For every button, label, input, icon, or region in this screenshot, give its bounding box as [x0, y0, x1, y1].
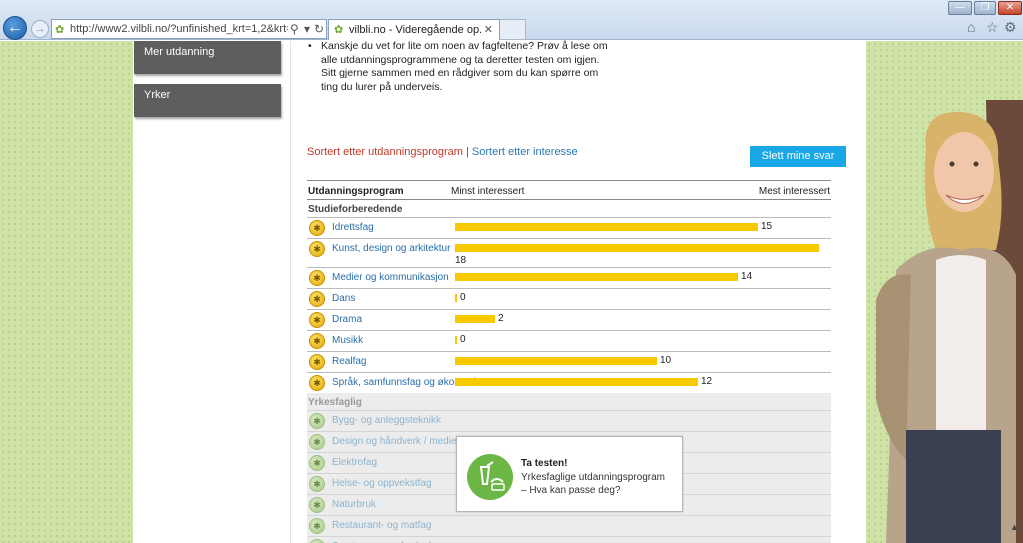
home-icon[interactable]: ⌂ [967, 19, 975, 35]
interest-value: 10 [660, 355, 672, 366]
header-most: Mest interessert [758, 186, 830, 197]
program-link[interactable]: Restaurant- og matfag [332, 520, 432, 531]
interest-bar [455, 244, 819, 252]
sort-separator: | [462, 146, 472, 158]
interest-bar [455, 294, 457, 302]
program-link[interactable]: Elektrofag [332, 457, 377, 468]
interest-value: 14 [741, 271, 753, 282]
smiling-girl-image [866, 100, 1023, 543]
program-link[interactable]: Musikk [332, 335, 363, 346]
program-link[interactable]: Realfag [332, 356, 366, 367]
sidebar-item-yrker[interactable]: Yrker [134, 84, 281, 117]
interest-value: 12 [701, 376, 713, 387]
header-least: Minst interessert [451, 186, 525, 197]
art-icon[interactable]: ✱ [309, 241, 325, 257]
sort-by-program-link[interactable]: Sortert etter utdanningsprogram [307, 146, 463, 158]
search-icon[interactable]: ⚲ [290, 22, 299, 36]
vilbli-favicon: ✿ [334, 24, 344, 36]
interest-value: 2 [498, 313, 504, 324]
sort-by-interest-link[interactable]: Sortert etter interesse [472, 146, 578, 158]
delete-answers-button[interactable]: Slett mine svar [750, 146, 846, 167]
interest-bar [455, 223, 758, 231]
browser-toolbar: ← → ✿ http://www2.vilbli.no/?unfinished_… [0, 0, 1023, 40]
dance-icon[interactable]: ✱ [309, 291, 325, 307]
close-tab-icon[interactable]: ✕ [484, 23, 493, 36]
bullet: • [308, 40, 312, 52]
interest-bar [455, 273, 738, 281]
interest-bar [455, 315, 495, 323]
nature-icon[interactable]: ✱ [309, 497, 325, 513]
table-row: ✱ Idrettsfag 15 [307, 217, 831, 238]
table-row: ✱ Realfag 10 [307, 351, 831, 372]
program-link[interactable]: Idrettsfag [332, 222, 374, 233]
interest-value: 0 [460, 292, 466, 303]
sidebar-item-mer-utdanning[interactable]: Mer utdanning [134, 41, 281, 74]
restaurant-icon[interactable]: ✱ [309, 518, 325, 534]
language-icon[interactable]: ✱ [309, 375, 325, 391]
program-link[interactable]: Bygg- og anleggsteknikk [332, 415, 441, 426]
take-test-popup[interactable]: Ta testen! Yrkesfaglige utdanningsprogra… [456, 436, 683, 512]
page-background-left [0, 41, 133, 543]
tab-title: vilbli.no - Videregående op... [349, 24, 481, 36]
crafts-icon[interactable]: ✱ [309, 434, 325, 450]
settings-gear-icon[interactable]: ⚙ [1004, 19, 1017, 36]
table-row: ✱ Språk, samfunnsfag og økonomi 12 [307, 372, 831, 393]
header-program: Utdanningsprogram [308, 186, 404, 197]
sort-options: Sortert etter utdanningsprogram | Sorter… [307, 146, 578, 158]
scroll-up-icon[interactable]: ▲ [1010, 522, 1022, 536]
table-row: ✱ Medier og kommunikasjon 14 [307, 267, 831, 288]
interest-value: 15 [761, 221, 773, 232]
new-tab-button[interactable] [500, 19, 526, 40]
table-row: ✱ Kunst, design og arkitektur 18 [307, 238, 831, 267]
vilbli-favicon: ✿ [55, 24, 65, 36]
program-link[interactable]: Medier og kommunikasjon [332, 272, 449, 283]
table-row: ✱Service og samferdsel [307, 536, 831, 543]
table-row: ✱ Dans 0 [307, 288, 831, 309]
music-icon[interactable]: ✱ [309, 333, 325, 349]
interest-bar [455, 336, 457, 344]
url-text[interactable]: http://www2.vilbli.no/?unfinished_krt=1,… [70, 23, 288, 35]
program-link[interactable]: Kunst, design og arkitektur [332, 243, 450, 254]
favorites-star-icon[interactable]: ☆ [986, 19, 999, 36]
sports-icon[interactable]: ✱ [309, 220, 325, 236]
program-link[interactable]: Naturbruk [332, 499, 376, 510]
program-link[interactable]: Drama [332, 314, 362, 325]
test-icon [467, 454, 513, 500]
science-icon[interactable]: ✱ [309, 354, 325, 370]
group-yrkesfaglig: Yrkesfaglig [307, 393, 831, 410]
close-window-button[interactable]: ✕ [998, 1, 1022, 15]
interest-value: 18 [455, 255, 467, 266]
media-icon[interactable]: ✱ [309, 270, 325, 286]
table-header: Utdanningsprogram Minst interessert Mest… [307, 180, 831, 200]
program-link[interactable]: Helse- og oppvekstfag [332, 478, 432, 489]
drama-icon[interactable]: ✱ [309, 312, 325, 328]
health-icon[interactable]: ✱ [309, 476, 325, 492]
interest-bar [455, 378, 698, 386]
minimize-button[interactable]: — [948, 1, 972, 15]
address-bar[interactable]: ✿ http://www2.vilbli.no/?unfinished_krt=… [51, 19, 327, 39]
popup-text: Yrkesfaglige utdanningsprogram – Hva kan… [521, 472, 665, 496]
back-arrow-icon[interactable]: ← [3, 16, 27, 40]
program-link[interactable]: Dans [332, 293, 355, 304]
dropdown-icon[interactable]: ▾ [304, 22, 310, 36]
table-row: ✱ Bygg- og anleggsteknikk [307, 410, 831, 431]
interest-bar [455, 357, 657, 365]
browser-tab[interactable]: ✿ vilbli.no - Videregående op... ✕ [328, 19, 500, 40]
intro-text: • Kanskje du vet for lite om noen av fag… [308, 40, 608, 94]
refresh-icon[interactable]: ↻ [314, 22, 324, 36]
intro-paragraph: Kanskje du vet for lite om noen av fagfe… [321, 40, 608, 93]
forward-arrow-icon[interactable]: → [31, 20, 49, 38]
building-icon[interactable]: ✱ [309, 413, 325, 429]
table-row: ✱ Drama 2 [307, 309, 831, 330]
table-row: ✱ Restaurant- og matfag [307, 515, 831, 536]
service-icon[interactable]: ✱ [309, 539, 325, 543]
interest-value: 0 [460, 334, 466, 345]
table-row: ✱ Musikk 0 [307, 330, 831, 351]
electric-icon[interactable]: ✱ [309, 455, 325, 471]
restore-button[interactable]: ❐ [974, 1, 996, 15]
popup-title: Ta testen! [521, 458, 568, 469]
group-studieforberedende: Studieforberedende [308, 204, 403, 215]
